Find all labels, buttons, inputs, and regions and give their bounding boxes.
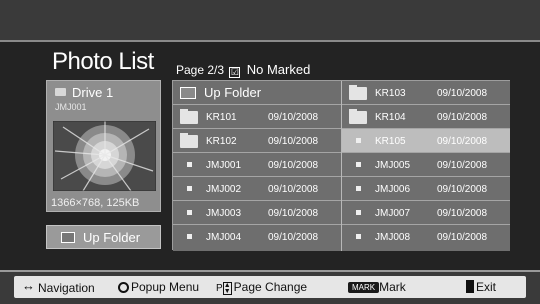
thumbnail-image — [53, 121, 156, 191]
navigation-icon — [22, 278, 36, 294]
row-date: 09/10/2008 — [437, 232, 488, 243]
page-indicator: Page 2/3 — [176, 63, 225, 77]
help-exit: Exit — [466, 280, 496, 294]
row-date: 09/10/2008 — [437, 160, 488, 171]
up-folder-icon — [61, 232, 75, 243]
help-bar: Navigation Popup Menu P▲▼Page Change MAR… — [14, 276, 526, 298]
row-name: JMJ006 — [375, 184, 411, 195]
file-row[interactable]: JMJ008 09/10/2008 — [342, 225, 510, 251]
help-mark: MARK Mark — [348, 280, 406, 294]
up-folder-row[interactable]: Up Folder — [173, 81, 341, 105]
folder-icon — [349, 109, 367, 124]
help-page-change-label: Page Change — [233, 280, 308, 294]
page-change-icon: ▲ ▼ — [222, 282, 232, 295]
folder-row[interactable]: KR102 09/10/2008 — [173, 129, 341, 153]
marked-status: No Marked — [246, 62, 311, 77]
photo-thumbnail — [53, 121, 156, 191]
row-name: KR105 — [375, 136, 406, 147]
page-info: Page 2/3 ☑ No Marked — [176, 62, 310, 78]
help-popup-menu: Popup Menu — [118, 280, 199, 294]
row-date: 09/10/2008 — [437, 184, 488, 195]
row-date: 09/10/2008 — [268, 160, 319, 171]
row-name: KR103 — [375, 88, 406, 99]
file-row-selected[interactable]: KR105 09/10/2008 — [342, 129, 510, 153]
file-grid: Up Folder KR101 09/10/2008 KR102 09/10/2… — [172, 80, 510, 251]
file-row[interactable]: JMJ003 09/10/2008 — [173, 201, 341, 225]
help-page-change: P▲ ▼ Page Change — [216, 280, 307, 295]
row-date: 09/10/2008 — [268, 208, 319, 219]
row-date: 09/10/2008 — [437, 88, 488, 99]
file-dot-icon — [356, 210, 361, 215]
drive-label: Drive 1 — [55, 85, 113, 100]
row-name: JMJ008 — [375, 232, 411, 243]
up-folder-button-label: Up Folder — [83, 230, 141, 245]
file-column-left: Up Folder KR101 09/10/2008 KR102 09/10/2… — [173, 81, 341, 251]
up-folder-icon — [180, 87, 196, 99]
drive-icon — [55, 88, 66, 96]
help-mark-label: Mark — [379, 280, 406, 294]
row-name: JMJ004 — [206, 232, 242, 243]
file-row[interactable]: JMJ002 09/10/2008 — [173, 177, 341, 201]
row-name: KR104 — [375, 112, 406, 123]
row-name: KR102 — [206, 136, 237, 147]
help-exit-label: Exit — [476, 280, 497, 294]
page-title: Photo List — [52, 48, 154, 75]
row-date: 09/10/2008 — [437, 112, 488, 123]
file-dot-icon — [356, 162, 361, 167]
file-row[interactable]: JMJ004 09/10/2008 — [173, 225, 341, 251]
top-band — [0, 0, 540, 40]
file-column-right: KR103 09/10/2008 KR104 09/10/2008 KR105 … — [342, 81, 510, 251]
row-date: 09/10/2008 — [437, 136, 488, 147]
file-row[interactable]: JMJ005 09/10/2008 — [342, 153, 510, 177]
p-key-label: P — [216, 283, 223, 294]
file-dot-icon — [356, 186, 361, 191]
row-date: 09/10/2008 — [268, 184, 319, 195]
help-popup-menu-label: Popup Menu — [131, 280, 200, 294]
row-name: JMJ007 — [375, 208, 411, 219]
file-dot-icon — [187, 162, 192, 167]
file-dot-icon — [356, 138, 361, 143]
row-date: 09/10/2008 — [437, 208, 488, 219]
photo-list-screen: Photo List Page 2/3 ☑ No Marked Drive 1 … — [0, 0, 540, 304]
drive-name: Drive 1 — [72, 85, 114, 100]
folder-icon — [180, 133, 198, 148]
row-date: 09/10/2008 — [268, 232, 319, 243]
folder-row[interactable]: KR103 09/10/2008 — [342, 81, 510, 105]
folder-row[interactable]: KR104 09/10/2008 — [342, 105, 510, 129]
row-name: KR101 — [206, 112, 237, 123]
preview-panel: Drive 1 JMJ001 1366×768, 125KB — [46, 80, 161, 212]
file-dot-icon — [187, 210, 192, 215]
folder-icon — [349, 85, 367, 100]
row-name: JMJ002 — [206, 184, 242, 195]
row-name: Up Folder — [204, 85, 262, 100]
top-divider — [0, 40, 540, 42]
row-name: JMJ001 — [206, 160, 242, 171]
row-name: JMJ005 — [375, 160, 411, 171]
help-navigation-label: Navigation — [38, 281, 95, 295]
image-resolution: 1366×768, 125KB — [51, 197, 140, 209]
folder-icon — [180, 109, 198, 124]
file-dot-icon — [187, 234, 192, 239]
file-row[interactable]: JMJ001 09/10/2008 — [173, 153, 341, 177]
folder-row[interactable]: KR101 09/10/2008 — [173, 105, 341, 129]
row-name: JMJ003 — [206, 208, 242, 219]
mark-key-icon: MARK — [348, 282, 380, 293]
row-date: 09/10/2008 — [268, 136, 319, 147]
file-row[interactable]: JMJ007 09/10/2008 — [342, 201, 510, 225]
preview-filename: JMJ001 — [55, 102, 87, 112]
popup-menu-icon — [118, 282, 129, 293]
up-folder-button[interactable]: Up Folder — [46, 225, 161, 249]
file-dot-icon — [187, 186, 192, 191]
checkbox-icon: ☑ — [229, 67, 241, 78]
file-row[interactable]: JMJ006 09/10/2008 — [342, 177, 510, 201]
file-dot-icon — [356, 234, 361, 239]
help-navigation: Navigation — [22, 278, 95, 295]
row-date: 09/10/2008 — [268, 112, 319, 123]
exit-icon — [466, 280, 474, 293]
